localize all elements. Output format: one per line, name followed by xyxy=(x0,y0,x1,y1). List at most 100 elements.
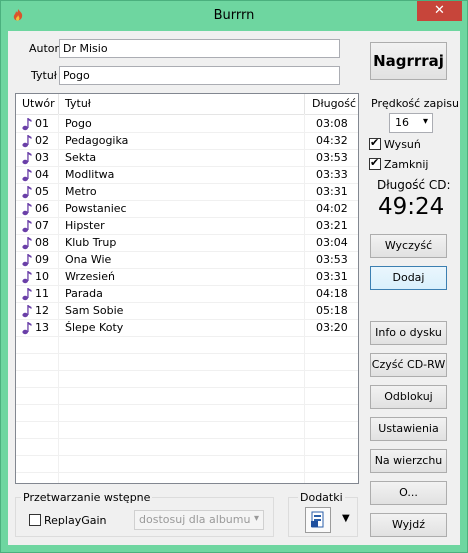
track-row[interactable]: 03 Sekta 03:53 xyxy=(16,150,358,167)
track-list[interactable]: Utwór Tytuł Długość 01 Pogo 03:08 02 Pedagog… xyxy=(15,93,359,484)
music-note-icon xyxy=(22,237,32,250)
track-row[interactable]: 07 Hipster 03:21 xyxy=(16,218,358,235)
empty-row xyxy=(16,337,358,354)
track-length: 03:53 xyxy=(316,253,348,266)
track-number: 01 xyxy=(35,117,49,130)
track-length: 03:04 xyxy=(316,236,348,249)
track-number: 10 xyxy=(35,270,49,283)
track-row[interactable]: 02 Pedagogika 04:32 xyxy=(16,133,358,150)
track-row[interactable]: 09 Ona Wie 03:53 xyxy=(16,252,358,269)
track-row[interactable]: 12 Sam Sobie 05:18 xyxy=(16,303,358,320)
chevron-down-icon: ▾ xyxy=(422,116,428,127)
music-note-icon xyxy=(22,118,32,131)
empty-row xyxy=(16,388,358,405)
music-note-icon xyxy=(22,186,32,199)
column-header-track[interactable]: Utwór xyxy=(22,94,55,114)
title-bar[interactable]: Burrrn ✕ xyxy=(1,1,467,31)
app-window: Burrrn ✕ Autor Dr Misio Tytuł Pogo Utwór… xyxy=(0,0,468,553)
burn-button[interactable]: Nagrrraj xyxy=(370,42,447,80)
track-title: Modlitwa xyxy=(65,168,115,181)
eject-checkbox[interactable]: ✔ xyxy=(369,136,381,150)
unlock-button[interactable]: Odblokuj xyxy=(370,385,447,409)
track-title: Metro xyxy=(65,185,97,198)
addons-dropdown-arrow-icon[interactable]: ▼ xyxy=(342,513,350,524)
track-number: 03 xyxy=(35,151,49,164)
clear-button[interactable]: Wyczyść xyxy=(370,234,447,258)
track-title: Pedagogika xyxy=(65,134,129,147)
cd-length-label: Długość CD: xyxy=(377,178,451,192)
addons-button[interactable] xyxy=(305,507,331,533)
replaygain-mode-select[interactable]: dostosuj dla albumu ▾ xyxy=(134,510,264,530)
track-number: 04 xyxy=(35,168,49,181)
track-number: 12 xyxy=(35,304,49,317)
track-list-header: Utwór Tytuł Długość xyxy=(16,94,358,115)
track-number: 13 xyxy=(35,321,49,334)
close-tray-label: Zamknij xyxy=(384,158,429,171)
write-speed-value: 16 xyxy=(395,116,409,129)
replaygain-checkbox[interactable] xyxy=(29,514,41,526)
replaygain-label: ReplayGain xyxy=(44,514,107,527)
track-row[interactable]: 01 Pogo 03:08 xyxy=(16,116,358,133)
music-note-icon xyxy=(22,305,32,318)
column-separator[interactable] xyxy=(58,94,59,114)
addons-group-label: Dodatki xyxy=(298,491,345,504)
track-number: 02 xyxy=(35,134,49,147)
eject-label: Wysuń xyxy=(384,138,421,151)
track-title: Parada xyxy=(65,287,103,300)
main-panel: Autor Dr Misio Tytuł Pogo Utwór Tytuł Dł… xyxy=(8,31,460,545)
title-label: Tytuł xyxy=(31,69,57,82)
track-length: 04:32 xyxy=(316,134,348,147)
document-icon xyxy=(311,511,324,528)
window-title: Burrrn xyxy=(213,8,255,23)
author-label: Autor xyxy=(29,42,60,55)
track-row[interactable]: 11 Parada 04:18 xyxy=(16,286,358,303)
column-header-title[interactable]: Tytuł xyxy=(65,94,91,114)
music-note-icon xyxy=(22,271,32,284)
music-note-icon xyxy=(22,322,32,335)
music-note-icon xyxy=(22,254,32,267)
track-title: Sam Sobie xyxy=(65,304,124,317)
track-title: Wrzesień xyxy=(65,270,115,283)
track-title: Pogo xyxy=(65,117,92,130)
erase-rw-button[interactable]: Czyść CD-RW xyxy=(370,353,447,377)
music-note-icon xyxy=(22,220,32,233)
track-row[interactable]: 10 Wrzesień 03:31 xyxy=(16,269,358,286)
track-length: 04:18 xyxy=(316,287,348,300)
track-title: Sekta xyxy=(65,151,97,164)
track-length: 03:31 xyxy=(316,185,348,198)
track-row[interactable]: 13 Ślepe Koty 03:20 xyxy=(16,320,358,337)
track-row[interactable]: 05 Metro 03:31 xyxy=(16,184,358,201)
track-number: 08 xyxy=(35,236,49,249)
track-number: 05 xyxy=(35,185,49,198)
track-number: 07 xyxy=(35,219,49,232)
track-length: 03:08 xyxy=(316,117,348,130)
column-header-length[interactable]: Długość xyxy=(312,94,356,114)
exit-button[interactable]: Wyjdź xyxy=(370,513,447,537)
track-row[interactable]: 08 Klub Trup 03:04 xyxy=(16,235,358,252)
track-number: 06 xyxy=(35,202,49,215)
write-speed-select[interactable]: 16 ▾ xyxy=(389,113,433,133)
track-length: 03:31 xyxy=(316,270,348,283)
close-tray-checkbox[interactable]: ✔ xyxy=(369,156,381,170)
track-title: Ślepe Koty xyxy=(65,321,124,334)
always-on-top-button[interactable]: Na wierzchu xyxy=(370,449,447,473)
author-field[interactable]: Dr Misio xyxy=(59,39,340,58)
empty-row xyxy=(16,439,358,456)
track-title: Klub Trup xyxy=(65,236,117,249)
music-note-icon xyxy=(22,152,32,165)
close-window-button[interactable]: ✕ xyxy=(417,1,462,21)
music-note-icon xyxy=(22,135,32,148)
disc-info-button[interactable]: Info o dysku xyxy=(370,321,447,345)
preprocess-group-label: Przetwarzanie wstępne xyxy=(21,491,153,504)
add-button[interactable]: Dodaj xyxy=(370,266,447,290)
column-separator[interactable] xyxy=(304,94,305,114)
track-number: 09 xyxy=(35,253,49,266)
track-row[interactable]: 04 Modlitwa 03:33 xyxy=(16,167,358,184)
title-field[interactable]: Pogo xyxy=(59,66,340,85)
about-button[interactable]: O... xyxy=(370,481,447,505)
settings-button[interactable]: Ustawienia xyxy=(370,417,447,441)
replaygain-mode-value: dostosuj dla albumu xyxy=(139,513,251,526)
track-length: 03:33 xyxy=(316,168,348,181)
empty-row xyxy=(16,405,358,422)
track-row[interactable]: 06 Powstaniec 04:02 xyxy=(16,201,358,218)
